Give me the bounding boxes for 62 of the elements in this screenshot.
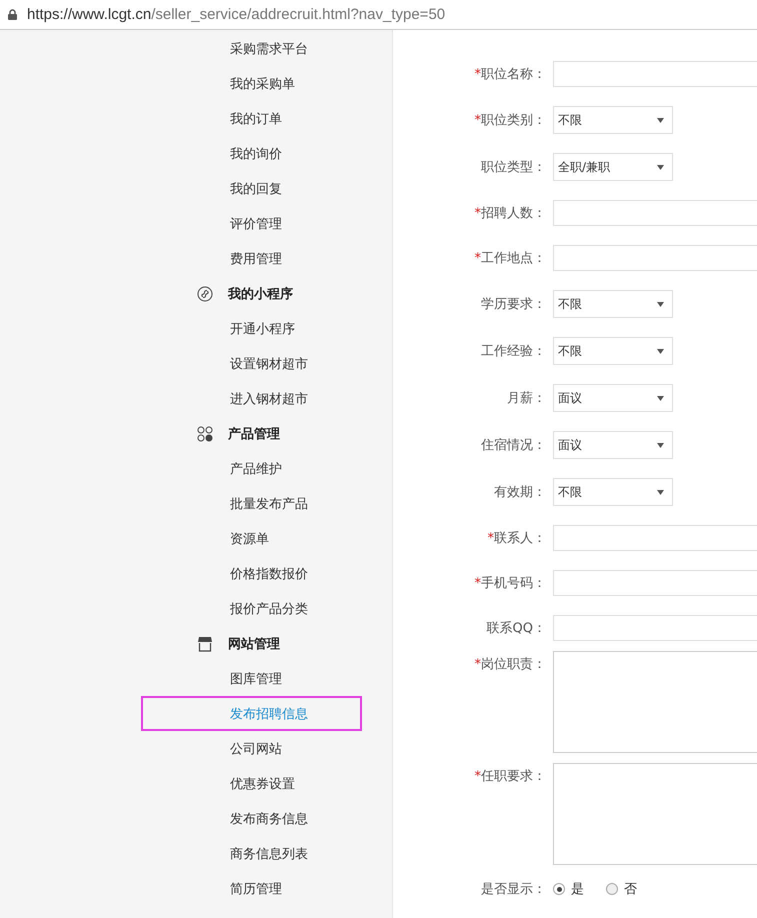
dropdown[interactable]: 面议 [553, 431, 673, 459]
caret-icon [657, 442, 664, 448]
field-label: *职位类别： [474, 112, 546, 129]
sidebar-item[interactable]: 发布商务信息 [141, 801, 362, 836]
sidebar-item[interactable]: 优惠券设置 [141, 766, 362, 801]
field-label: 是否显示： [480, 881, 546, 898]
caret-icon [657, 348, 664, 354]
sidebar-group-title[interactable]: 产品管理 [228, 424, 280, 442]
field-label: 联系QQ： [486, 620, 546, 637]
dropdown[interactable]: 全职/兼职 [553, 153, 673, 181]
sidebar-item[interactable]: 评价管理 [141, 206, 362, 241]
sidebar-item[interactable]: 采购需求平台 [141, 31, 362, 66]
caret-icon [657, 490, 664, 494]
sidebar-group-title[interactable]: 网站管理 [228, 634, 280, 652]
radio-button[interactable] [553, 883, 565, 895]
sidebar-item[interactable]: 报价产品分类 [141, 591, 362, 626]
radio-label: 是 [571, 881, 584, 898]
field-label: 有效期： [493, 484, 546, 501]
link-circle-icon [197, 286, 213, 302]
radio-button[interactable] [606, 883, 618, 895]
sidebar-group-title[interactable]: 我的小程序 [228, 284, 293, 302]
lock-icon [8, 9, 17, 20]
field-label: 月薪： [506, 390, 546, 407]
sidebar-item[interactable]: 公司网站 [141, 731, 362, 766]
sidebar-item[interactable]: 商务信息列表 [141, 836, 362, 871]
field-label: *手机号码： [474, 575, 546, 592]
dropdown[interactable]: 面议 [553, 384, 673, 412]
dropdown[interactable]: 不限 [553, 290, 673, 318]
store-icon [197, 636, 213, 652]
sidebar-item[interactable]: 我的回复 [141, 171, 362, 206]
dropdown[interactable]: 不限 [553, 337, 673, 365]
sidebar-item[interactable]: 设置钢材超市 [141, 346, 362, 381]
sidebar-item[interactable]: 产品维护 [141, 451, 362, 486]
field-label: 学历要求： [480, 296, 546, 313]
radio-label: 否 [624, 881, 637, 898]
sidebar-item[interactable]: 简历管理 [141, 871, 362, 906]
caret-icon [657, 302, 664, 306]
sidebar-item[interactable]: 进入钢材超市 [141, 381, 362, 416]
field-label: 职位类型： [480, 159, 546, 176]
sidebar-item[interactable]: 资源单 [141, 521, 362, 556]
sidebar-item[interactable]: 我的订单 [141, 101, 362, 136]
dropdown[interactable]: 不限 [553, 106, 673, 134]
field-label: 工作经验： [480, 343, 546, 360]
field-label: *任职要求： [474, 768, 546, 785]
field-label: *联系人： [486, 530, 546, 547]
field-label: *招聘人数： [474, 205, 546, 222]
field-label: *职位名称： [474, 66, 546, 83]
field-label: *岗位职责： [474, 656, 546, 673]
sidebar-item[interactable]: 费用管理 [141, 241, 362, 276]
field-label: 住宿情况： [480, 437, 546, 454]
sidebar-item[interactable]: 我的询价 [141, 136, 362, 171]
sidebar-item[interactable]: 图库管理 [141, 661, 362, 696]
sidebar-item[interactable]: 批量发布产品 [141, 486, 362, 521]
caret-icon [657, 164, 664, 170]
sidebar-item[interactable]: 开通小程序 [141, 311, 362, 346]
caret-icon [657, 396, 664, 400]
dropdown[interactable]: 不限 [553, 478, 673, 506]
sidebar-item[interactable]: 我的采购单 [141, 66, 362, 101]
field-label: *工作地点： [474, 250, 546, 267]
sidebar-item[interactable]: 价格指数报价 [141, 556, 362, 591]
caret-icon [657, 118, 664, 122]
grid-icon [197, 426, 213, 442]
